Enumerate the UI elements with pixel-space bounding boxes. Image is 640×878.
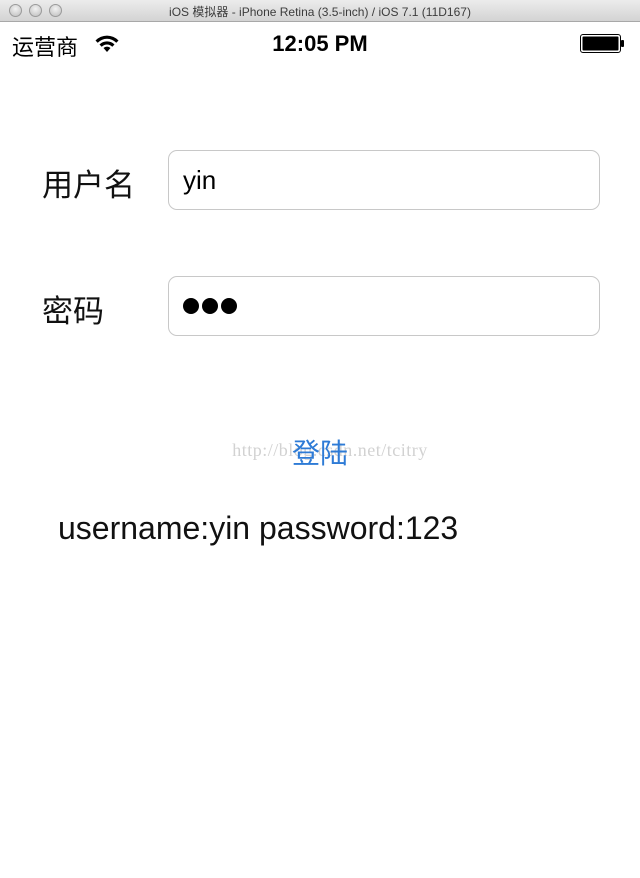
status-time: 12:05 PM bbox=[272, 31, 368, 56]
password-dot bbox=[183, 298, 199, 314]
username-label: 用户名 bbox=[42, 168, 135, 203]
login-button[interactable]: 登陆 bbox=[272, 432, 368, 472]
username-field[interactable]: yin bbox=[168, 150, 600, 210]
window-titlebar: iOS 模拟器 - iPhone Retina (3.5-inch) / iOS… bbox=[0, 0, 640, 22]
password-field[interactable] bbox=[168, 276, 600, 336]
username-value: yin bbox=[183, 164, 217, 195]
window-title: iOS 模拟器 - iPhone Retina (3.5-inch) / iOS… bbox=[169, 5, 471, 19]
result-text: username:yin password:123 bbox=[58, 510, 459, 546]
ios-status-bar: 运营商 12:05 PM bbox=[0, 22, 640, 64]
password-dot bbox=[202, 298, 218, 314]
password-label: 密码 bbox=[42, 294, 104, 329]
password-dot bbox=[221, 298, 237, 314]
battery-icon bbox=[580, 34, 624, 53]
password-mask bbox=[183, 298, 237, 314]
simulator-window: iOS 模拟器 - iPhone Retina (3.5-inch) / iOS… bbox=[0, 0, 640, 878]
